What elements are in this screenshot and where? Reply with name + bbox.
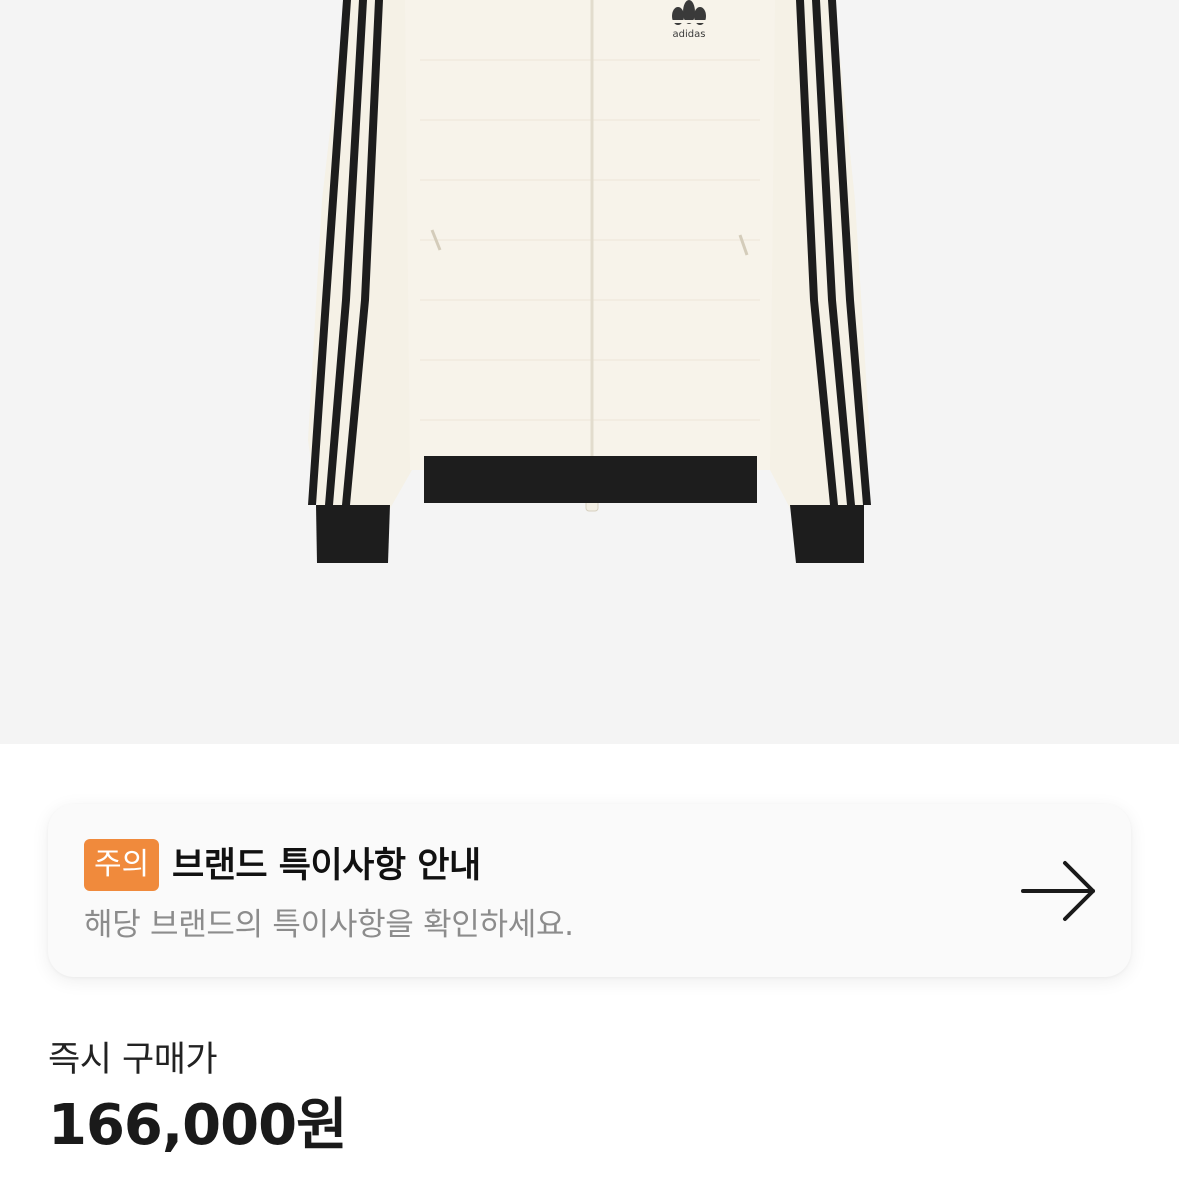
instant-buy-price-label: 즉시 구매가 bbox=[48, 1040, 218, 1080]
product-image: adidas bbox=[0, 0, 1179, 744]
notice-subtitle: 해당 브랜드의 특이사항을 확인하세요. bbox=[84, 907, 574, 943]
svg-text:adidas: adidas bbox=[673, 29, 706, 40]
arrow-right-icon[interactable] bbox=[1021, 860, 1097, 922]
instant-buy-price: 166,000원 bbox=[48, 1093, 348, 1158]
jacket-illustration: adidas bbox=[308, 0, 871, 563]
notice-title: 브랜드 특이사항 안내 bbox=[172, 846, 481, 886]
brand-notice-card[interactable]: 주의 브랜드 특이사항 안내 해당 브랜드의 특이사항을 확인하세요. bbox=[48, 804, 1131, 977]
warning-badge: 주의 bbox=[84, 839, 160, 891]
